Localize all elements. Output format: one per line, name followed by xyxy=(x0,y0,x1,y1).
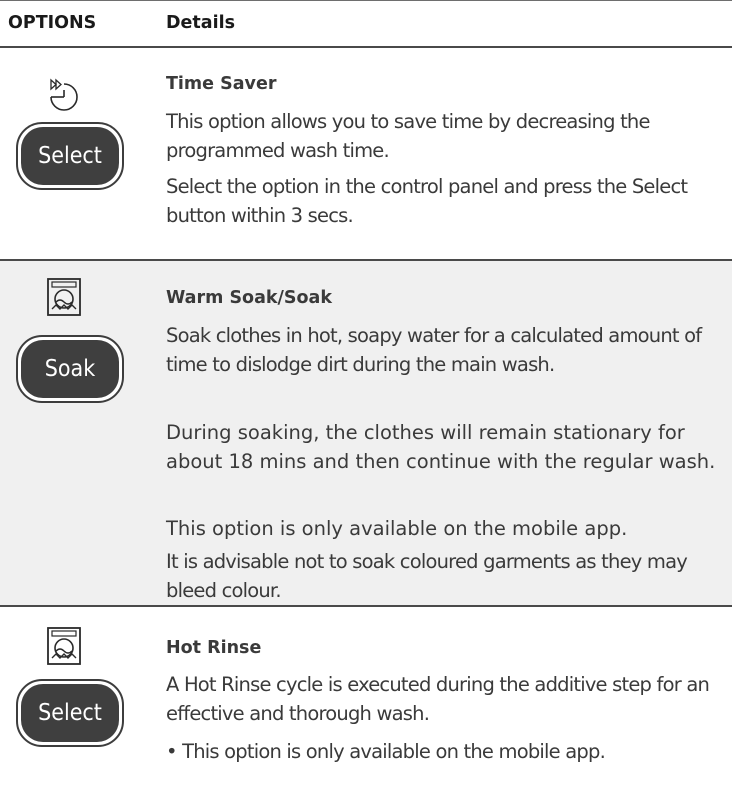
table-top-rule xyxy=(0,0,732,1)
soak-button-label: Soak xyxy=(21,340,119,398)
select-button-label: Select xyxy=(21,684,119,742)
option-description: This option allows you to save time by d… xyxy=(166,110,651,162)
option-title: Time Saver xyxy=(166,74,277,94)
option-title: Warm Soak/Soak xyxy=(166,288,332,308)
select-button-label: Select xyxy=(21,127,119,185)
table-row-warm-soak: Soak Warm Soak/Soak Soak clothes in hot,… xyxy=(0,261,732,605)
select-button: Select xyxy=(16,679,124,747)
soak-button: Soak xyxy=(16,335,124,403)
option-advisory: It is advisable not to soak coloured gar… xyxy=(166,550,688,602)
options-column-header: OPTIONS xyxy=(8,13,97,33)
option-instruction: Select the option in the control panel a… xyxy=(166,175,688,227)
option-title: Hot Rinse xyxy=(166,638,262,658)
details-column-header: Details xyxy=(166,13,235,33)
time-saver-icon xyxy=(50,78,78,111)
option-availability: This option is only available on the mob… xyxy=(166,517,628,540)
option-description: A Hot Rinse cycle is executed during the… xyxy=(166,673,710,725)
option-availability: • This option is only available on the m… xyxy=(166,740,606,763)
table-row-hot-rinse: Select Hot Rinse A Hot Rinse cycle is ex… xyxy=(0,607,732,809)
hot-rinse-icon xyxy=(47,627,81,665)
table-row-time-saver: Select Time Saver This option allows you… xyxy=(0,48,732,260)
select-button: Select xyxy=(16,122,124,190)
option-note: During soaking, the clothes will remain … xyxy=(166,421,716,473)
option-description: Soak clothes in hot, soapy water for a c… xyxy=(166,324,702,376)
soak-icon xyxy=(47,278,81,316)
